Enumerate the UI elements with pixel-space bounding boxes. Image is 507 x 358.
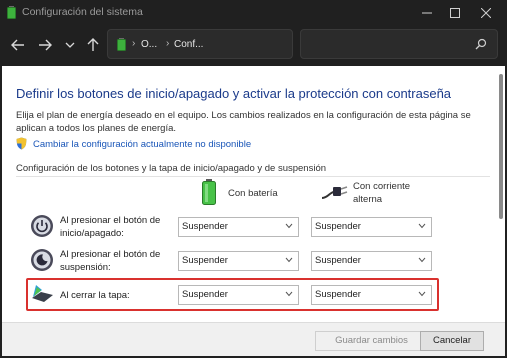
selected-value: Suspender [182, 255, 228, 266]
chevron-down-icon [285, 218, 293, 236]
chevron-down-icon [418, 286, 426, 304]
battery-icon [202, 179, 216, 205]
chevron-down-icon [418, 218, 426, 236]
laptop-lid-icon [32, 285, 53, 302]
chevron-down-icon [418, 252, 426, 270]
footer-bar: Guardar cambios Cancelar [2, 322, 505, 356]
column-header-battery: Con batería [228, 188, 278, 199]
up-arrow-icon[interactable] [84, 36, 102, 54]
battery-icon [117, 38, 126, 51]
chevron-down-icon[interactable] [61, 36, 79, 54]
chevron-down-icon [285, 252, 293, 270]
sleep-button-icon [31, 249, 53, 271]
cancel-button[interactable]: Cancelar [420, 331, 484, 351]
search-icon[interactable] [475, 38, 487, 50]
title-bar: Configuración del sistema [0, 0, 507, 26]
row-label-sleep-button: Al presionar el botón de suspensión: [60, 248, 160, 274]
row-label-power-button: Al presionar el botón de inicio/apagado: [60, 214, 160, 240]
breadcrumb-separator: › [132, 38, 136, 49]
chevron-down-icon [285, 286, 293, 304]
page-title: Definir los botones de inicio/apagado y … [16, 86, 452, 101]
forward-arrow-icon[interactable] [36, 36, 54, 54]
power-button-battery-select[interactable]: Suspender [178, 217, 299, 237]
close-icon[interactable] [470, 0, 502, 26]
control-panel-window: Configuración del sistema › O... › Conf.… [0, 0, 507, 358]
lid-close-battery-select[interactable]: Suspender [178, 285, 299, 305]
row-label-lid-close: Al cerrar la tapa: [60, 290, 130, 301]
sleep-button-battery-select[interactable]: Suspender [178, 251, 299, 271]
power-button-ac-select[interactable]: Suspender [311, 217, 432, 237]
main-content: Definir los botones de inicio/apagado y … [2, 66, 505, 356]
column-header-ac-line2: alterna [353, 194, 383, 205]
address-bar[interactable]: › O... › Conf... [107, 29, 387, 59]
breadcrumb-item[interactable]: O... [141, 39, 157, 50]
change-settings-link[interactable]: Cambiar la configuración actualmente no … [33, 139, 251, 150]
row-label-line2: inicio/apagado: [60, 228, 124, 239]
selected-value: Suspender [182, 221, 228, 232]
maximize-icon[interactable] [439, 0, 471, 26]
column-header-ac: Con corriente alterna [353, 180, 410, 206]
sleep-button-ac-select[interactable]: Suspender [311, 251, 432, 271]
page-description: Elija el plan de energía deseado en el e… [16, 110, 471, 134]
column-header-ac-line1: Con corriente [353, 181, 411, 192]
breadcrumb-item[interactable]: Conf... [174, 39, 203, 50]
row-label-line2: suspensión: [60, 262, 111, 273]
window-title: Configuración del sistema [22, 6, 143, 18]
power-plug-icon [321, 186, 348, 199]
shield-icon [16, 137, 27, 150]
vertical-scrollbar[interactable] [499, 74, 503, 219]
row-label-line1: Al presionar el botón de [60, 215, 161, 226]
search-input[interactable] [300, 29, 498, 59]
selected-value: Suspender [315, 255, 361, 266]
save-changes-button[interactable]: Guardar cambios [315, 331, 428, 351]
section-title: Configuración de los botones y la tapa d… [16, 163, 327, 174]
back-arrow-icon[interactable] [9, 36, 27, 54]
battery-icon [7, 6, 16, 19]
selected-value: Suspender [315, 289, 361, 300]
breadcrumb-separator: › [166, 38, 170, 49]
divider [16, 176, 490, 177]
selected-value: Suspender [182, 289, 228, 300]
power-button-icon [31, 215, 53, 237]
row-label-line1: Al presionar el botón de [60, 249, 161, 260]
selected-value: Suspender [315, 221, 361, 232]
lid-close-ac-select[interactable]: Suspender [311, 285, 432, 305]
